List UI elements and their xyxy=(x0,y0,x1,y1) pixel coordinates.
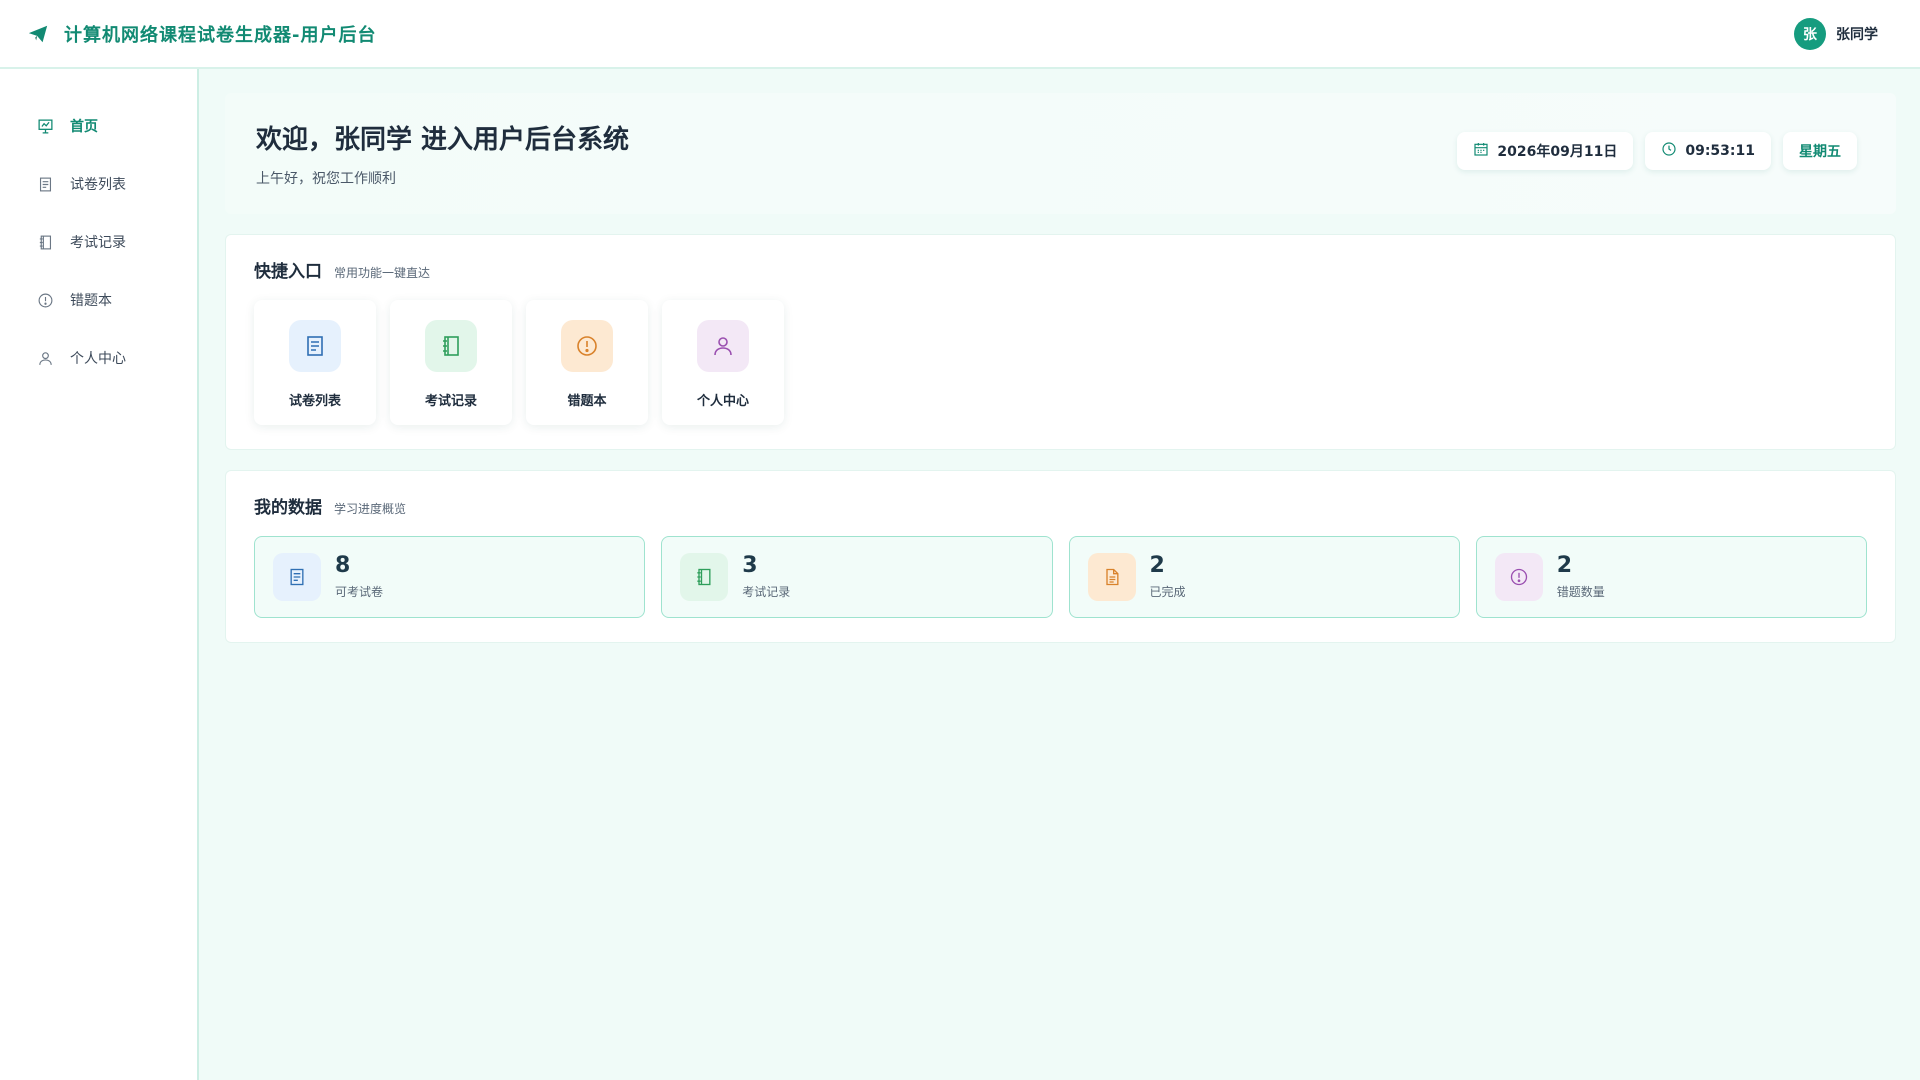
datetime-chips: 2026年09月11日 09:53:11 星期五 xyxy=(1457,131,1857,170)
calendar-icon xyxy=(1473,141,1489,161)
app-title: 计算机网络课程试卷生成器-用户后台 xyxy=(64,24,377,46)
sidebar-item-label: 首页 xyxy=(70,119,98,135)
quick-card-label: 错题本 xyxy=(567,394,607,409)
stat-card-completed: 2 已完成 xyxy=(1068,536,1460,618)
stat-label: 错题数量 xyxy=(1556,584,1605,599)
panel-header: 我的数据 学习进度概览 xyxy=(254,493,1867,518)
stat-label: 考试记录 xyxy=(742,584,791,599)
alert-circle-icon xyxy=(1494,553,1543,601)
clock-icon xyxy=(1661,141,1677,161)
stats-row: 8 可考试卷 3 考试记录 2 已完成 2 错题数量 xyxy=(254,536,1867,618)
alert-circle-icon xyxy=(561,320,613,372)
welcome-text: 欢迎，张同学 进入用户后台系统 上午好，祝您工作顺利 xyxy=(256,119,629,188)
stat-card-exam-records: 3 考试记录 xyxy=(661,536,1053,618)
stat-text: 2 错题数量 xyxy=(1556,552,1605,600)
page-title: 欢迎，张同学 进入用户后台系统 xyxy=(256,125,630,155)
quick-card-paper-list[interactable]: 试卷列表 xyxy=(254,300,376,425)
sidebar-item-profile[interactable]: 个人中心 xyxy=(0,329,197,387)
quick-card-exam-records[interactable]: 考试记录 xyxy=(390,300,512,425)
sidebar: 首页 试卷列表 考试记录 错题本 个人中心 xyxy=(0,69,199,1080)
presentation-chart-icon xyxy=(36,117,54,135)
weekday-text: 星期五 xyxy=(1799,143,1841,160)
welcome-subtitle: 上午好，祝您工作顺利 xyxy=(256,171,396,187)
document-icon xyxy=(36,175,54,193)
date-chip: 2026年09月11日 xyxy=(1457,131,1634,170)
stat-text: 3 考试记录 xyxy=(742,552,791,600)
sidebar-item-label: 错题本 xyxy=(70,293,112,309)
sidebar-item-exam-records[interactable]: 考试记录 xyxy=(0,213,197,271)
sidebar-item-label: 考试记录 xyxy=(70,235,126,251)
section-subtitle: 学习进度概览 xyxy=(334,502,407,516)
document-icon xyxy=(289,320,341,372)
time-chip: 09:53:11 xyxy=(1645,131,1771,170)
user-icon xyxy=(36,349,54,367)
quick-card-label: 个人中心 xyxy=(696,394,749,409)
panel-header: 快捷入口 常用功能一键直达 xyxy=(254,257,1867,282)
stat-label: 已完成 xyxy=(1149,584,1186,599)
quick-card-wrong-questions[interactable]: 错题本 xyxy=(526,300,648,425)
stat-label: 可考试卷 xyxy=(335,584,384,599)
time-text: 09:53:11 xyxy=(1685,142,1755,159)
stat-value: 3 xyxy=(742,552,758,578)
sidebar-item-label: 试卷列表 xyxy=(70,177,126,193)
quick-access-panel: 快捷入口 常用功能一键直达 试卷列表 考试记录 错题本 个人中心 xyxy=(225,234,1896,450)
weekday-chip: 星期五 xyxy=(1783,131,1857,170)
sidebar-item-wrong-questions[interactable]: 错题本 xyxy=(0,271,197,329)
section-subtitle: 常用功能一键直达 xyxy=(334,266,431,280)
alert-circle-icon xyxy=(36,291,54,309)
stat-text: 8 可考试卷 xyxy=(335,552,384,600)
user-name: 张同学 xyxy=(1836,26,1878,43)
section-title: 快捷入口 xyxy=(254,262,322,282)
brand[interactable]: 计算机网络课程试卷生成器-用户后台 xyxy=(26,21,376,47)
quick-card-label: 考试记录 xyxy=(424,394,477,409)
notebook-icon xyxy=(36,233,54,251)
stat-card-available-papers: 8 可考试卷 xyxy=(254,536,646,618)
user-menu[interactable]: 张 张同学 xyxy=(1794,17,1878,50)
stat-card-wrong-count: 2 错题数量 xyxy=(1475,536,1867,618)
quick-card-label: 试卷列表 xyxy=(288,394,341,409)
sidebar-item-paper-list[interactable]: 试卷列表 xyxy=(0,155,197,213)
notebook-icon xyxy=(680,553,729,601)
avatar[interactable]: 张 xyxy=(1794,17,1826,50)
document-icon xyxy=(273,553,321,601)
main-content: 欢迎，张同学 进入用户后台系统 上午好，祝您工作顺利 2026年09月11日 0… xyxy=(225,93,1896,643)
welcome-banner: 欢迎，张同学 进入用户后台系统 上午好，祝您工作顺利 2026年09月11日 0… xyxy=(225,93,1896,214)
paper-plane-icon xyxy=(26,22,50,46)
stat-value: 2 xyxy=(1149,552,1165,578)
section-title: 我的数据 xyxy=(254,498,322,518)
top-header: 计算机网络课程试卷生成器-用户后台 张 张同学 xyxy=(0,0,1920,69)
date-text: 2026年09月11日 xyxy=(1497,143,1618,160)
stat-text: 2 已完成 xyxy=(1149,552,1186,600)
user-icon xyxy=(697,320,749,372)
sidebar-item-home[interactable]: 首页 xyxy=(0,97,197,155)
stat-value: 2 xyxy=(1556,552,1573,578)
my-data-panel: 我的数据 学习进度概览 8 可考试卷 3 考试记录 2 已完成 2 错题数量 xyxy=(225,470,1896,643)
notebook-icon xyxy=(425,320,477,372)
quick-card-profile[interactable]: 个人中心 xyxy=(662,300,784,425)
file-text-icon xyxy=(1087,553,1136,601)
quick-list: 试卷列表 考试记录 错题本 个人中心 xyxy=(254,300,1867,425)
sidebar-item-label: 个人中心 xyxy=(70,351,126,367)
stat-value: 8 xyxy=(335,552,351,578)
